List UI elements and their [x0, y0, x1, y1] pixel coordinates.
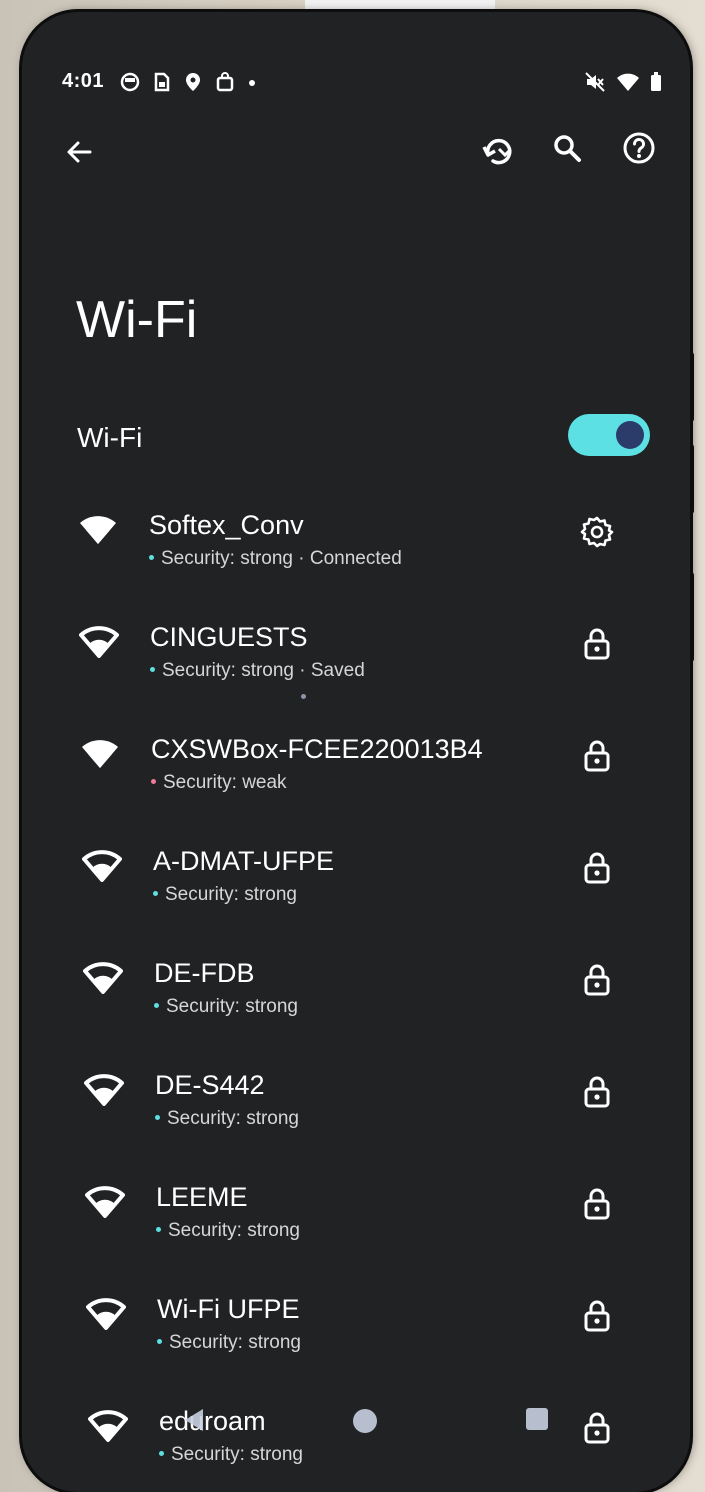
- wifi-toggle-label: Wi-Fi: [77, 422, 143, 453]
- network-lock: [577, 624, 617, 664]
- security-dot: [151, 779, 156, 785]
- sim-icon: [154, 72, 170, 92]
- network-item[interactable]: CXSWBox-FCEE220013B4 Security: weak: [22, 702, 690, 814]
- security-dot: [155, 1115, 160, 1121]
- network-name: A-DMAT-UFPE: [153, 846, 334, 876]
- network-list: Softex_Conv Security: strong · Connected C…: [22, 478, 690, 1486]
- shopping-bag-icon: [216, 72, 234, 92]
- lock-icon: [584, 740, 610, 772]
- security-text: Security: strong: [168, 1220, 300, 1241]
- gear-icon: [580, 516, 614, 548]
- clock: 4:01: [62, 70, 105, 92]
- wifi-toggle-row[interactable]: Wi-Fi: [22, 400, 690, 470]
- location-pin-icon: [186, 73, 200, 91]
- security-text: Security: strong · Connected: [161, 548, 402, 569]
- lock-icon: [584, 852, 610, 884]
- toggle-knob: [616, 421, 644, 449]
- search-icon: [554, 135, 581, 162]
- network-security: Security: strong · Connected: [149, 548, 402, 570]
- security-dot: [149, 555, 154, 561]
- lock-icon: [584, 1188, 610, 1220]
- wifi-strength-icon: [86, 1298, 126, 1330]
- security-text: Security: strong · Saved: [162, 660, 365, 681]
- network-settings-button[interactable]: [577, 512, 617, 552]
- page-title: Wi-Fi: [76, 291, 198, 349]
- mute-icon: [585, 72, 605, 92]
- scroll-indicator: [301, 694, 306, 699]
- security-dot: [150, 667, 155, 673]
- security-dot: [153, 891, 158, 897]
- notification-circle-icon: [120, 72, 140, 92]
- phone-screen: 4:01 Wi-Fi Wi-Fi Softex_Conv Security: s…: [22, 12, 690, 1492]
- network-security: Security: strong: [155, 1108, 299, 1130]
- nav-home-button[interactable]: [342, 1398, 388, 1444]
- network-item[interactable]: DE-S442 Security: strong: [22, 1038, 690, 1150]
- network-security: Security: strong: [156, 1220, 300, 1242]
- network-name: CXSWBox-FCEE220013B4: [151, 734, 483, 764]
- network-lock: [577, 848, 617, 888]
- network-security: Security: weak: [151, 772, 287, 794]
- wifi-signal-icon: [617, 73, 639, 91]
- help-icon: [623, 132, 655, 164]
- wifi-strength-icon: [83, 962, 123, 994]
- network-name: DE-S442: [155, 1070, 265, 1100]
- network-name: DE-FDB: [154, 958, 255, 988]
- network-item[interactable]: LEEME Security: strong: [22, 1150, 690, 1262]
- network-name: Softex_Conv: [149, 510, 304, 540]
- network-lock: [577, 960, 617, 1000]
- security-text: Security: weak: [163, 772, 287, 793]
- home-circle-icon: [353, 1409, 377, 1433]
- security-dot: [157, 1339, 162, 1345]
- lock-icon: [584, 1076, 610, 1108]
- network-security: Security: strong · Saved: [150, 660, 365, 682]
- back-triangle-icon: [185, 1409, 203, 1431]
- lock-icon: [584, 628, 610, 660]
- search-button[interactable]: [544, 125, 590, 171]
- nav-back-button[interactable]: [172, 1398, 216, 1442]
- network-name: LEEME: [156, 1182, 248, 1212]
- network-lock: [577, 1296, 617, 1336]
- network-item[interactable]: Wi-Fi UFPE Security: strong: [22, 1262, 690, 1374]
- status-bar: 4:01: [62, 70, 662, 96]
- more-dot-icon: [249, 80, 255, 86]
- wifi-toggle-switch[interactable]: [568, 414, 650, 456]
- network-item[interactable]: A-DMAT-UFPE Security: strong: [22, 814, 690, 926]
- lock-icon: [584, 964, 610, 996]
- security-dot: [156, 1227, 161, 1233]
- back-button[interactable]: [56, 129, 102, 175]
- wifi-strength-icon: [82, 850, 122, 882]
- network-security: Security: strong: [154, 996, 298, 1018]
- network-security: Security: strong: [157, 1332, 301, 1354]
- network-item[interactable]: Softex_Conv Security: strong · Connected: [22, 478, 690, 590]
- battery-icon: [651, 72, 661, 91]
- security-text: Security: strong: [165, 884, 297, 905]
- wifi-strength-icon: [85, 1186, 125, 1218]
- help-button[interactable]: [616, 125, 662, 171]
- security-text: Security: strong: [167, 1108, 299, 1129]
- wifi-strength-icon: [82, 740, 118, 768]
- network-item[interactable]: DE-FDB Security: strong: [22, 926, 690, 1038]
- app-toolbar: [22, 122, 690, 182]
- recents-square-icon: [526, 1408, 548, 1430]
- refresh-button[interactable]: [475, 127, 521, 173]
- network-lock: [577, 1072, 617, 1112]
- network-lock: [577, 736, 617, 776]
- refresh-icon: [482, 138, 512, 165]
- security-text: Security: strong: [169, 1332, 301, 1353]
- network-item[interactable]: CINGUESTS Security: strong · Saved: [22, 590, 690, 702]
- network-lock: [577, 1184, 617, 1224]
- network-name: CINGUESTS: [150, 622, 308, 652]
- network-name: Wi-Fi UFPE: [157, 1294, 300, 1324]
- navigation-bar: [22, 1390, 690, 1450]
- security-dot: [159, 1451, 164, 1457]
- security-dot: [154, 1003, 159, 1009]
- network-security: Security: strong: [153, 884, 297, 906]
- arrow-back-icon: [67, 141, 92, 163]
- lock-icon: [584, 1300, 610, 1332]
- nav-recents-button[interactable]: [514, 1396, 560, 1442]
- security-text: Security: strong: [166, 996, 298, 1017]
- wifi-strength-icon: [84, 1074, 124, 1106]
- wifi-strength-icon: [79, 626, 119, 658]
- wifi-strength-icon: [80, 516, 116, 544]
